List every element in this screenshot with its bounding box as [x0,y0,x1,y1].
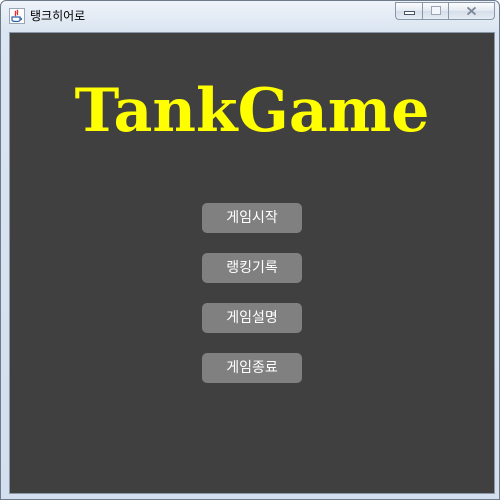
exit-game-button[interactable]: 게임종료 [202,353,302,383]
game-instructions-button[interactable]: 게임설명 [202,303,302,333]
minimize-icon [404,11,415,15]
ranking-button[interactable]: 랭킹기록 [202,253,302,283]
window-controls [395,2,495,21]
window-title: 탱크히어로 [30,9,86,23]
close-icon [466,6,477,16]
close-button[interactable] [448,2,495,20]
start-game-button[interactable]: 게임시작 [202,203,302,233]
maximize-icon [431,6,441,15]
maximize-button[interactable] [422,2,448,20]
app-window: 탱크히어로 TankGame 게임시작 랭킹기록 게임설명 게임종료 [0,0,500,500]
title-bar[interactable]: 탱크히어로 [1,1,499,31]
game-panel: TankGame 게임시작 랭킹기록 게임설명 게임종료 [9,32,495,494]
java-icon[interactable] [9,8,25,24]
minimize-button[interactable] [395,2,422,20]
game-title: TankGame [74,76,430,146]
